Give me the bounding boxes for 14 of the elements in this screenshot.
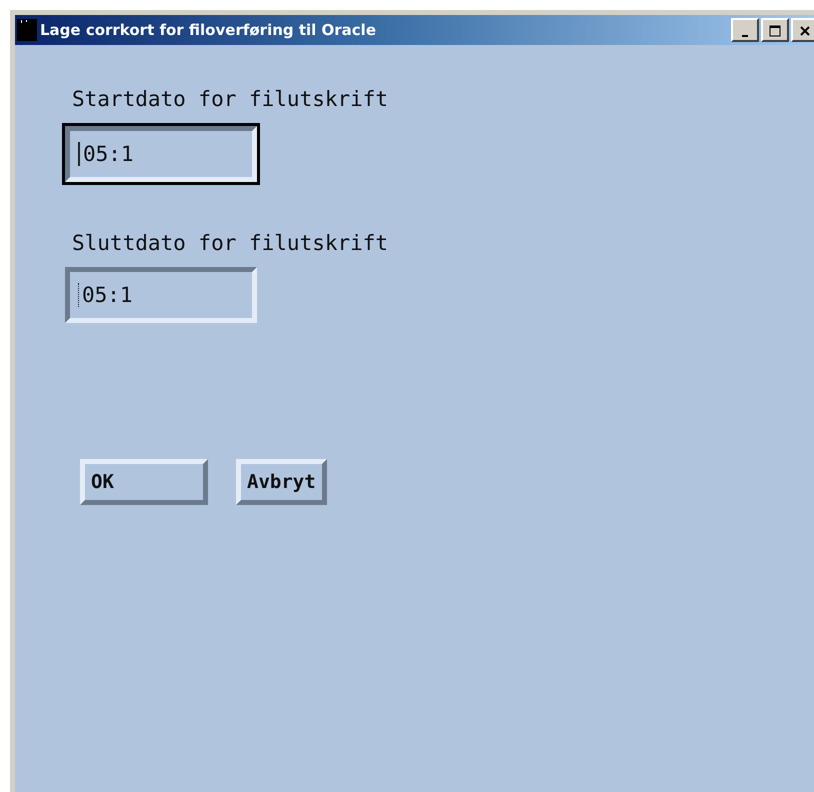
- close-button[interactable]: [791, 18, 814, 42]
- maximize-icon: [769, 25, 781, 37]
- field-label: Startdato for filutskrift: [72, 87, 388, 111]
- dialog-button[interactable]: OK: [80, 459, 208, 505]
- dialog-button[interactable]: Avbryt: [236, 459, 327, 505]
- field-label: Sluttdato for filutskrift: [72, 231, 388, 255]
- minimize-button[interactable]: [731, 18, 759, 42]
- date-field[interactable]: 05:1: [62, 123, 260, 185]
- window-title: Lage corrkort for filoverføring til Oracle: [40, 21, 377, 39]
- date-field[interactable]: 05:1: [65, 267, 257, 323]
- minimize-icon: [742, 35, 748, 37]
- close-icon: [799, 25, 811, 37]
- maximize-button[interactable]: [761, 18, 789, 42]
- app-icon: [17, 19, 37, 41]
